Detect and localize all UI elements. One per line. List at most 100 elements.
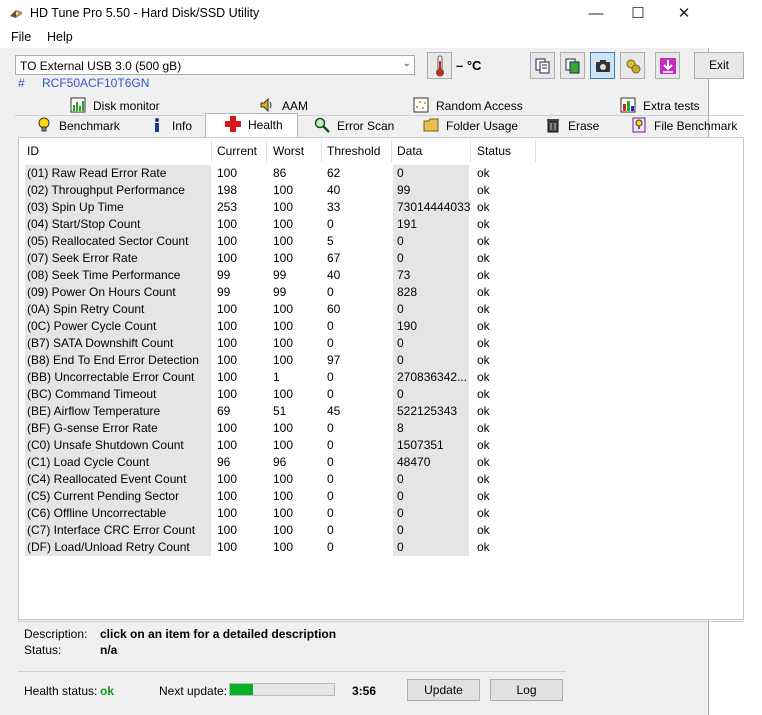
column-header-data[interactable]: Data (397, 144, 422, 161)
column-header-id[interactable]: ID (27, 144, 39, 161)
row-current: 99 (217, 285, 231, 299)
row-worst: 100 (273, 336, 294, 350)
smart-table[interactable]: ID Current Worst Threshold Data Status (… (18, 137, 744, 620)
table-row[interactable]: (BE) Airflow Temperature 69 51 45 522125343 o… (19, 403, 745, 420)
row-status: ok (477, 387, 490, 401)
table-row[interactable]: (C6) Offline Uncorrectable 100 100 0 0 ok (19, 505, 745, 522)
save-button[interactable] (655, 52, 680, 79)
table-row[interactable]: (C0) Unsafe Shutdown Count 100 100 0 1507351… (19, 437, 745, 454)
column-header-current[interactable]: Current (217, 144, 257, 161)
bulb-icon (38, 117, 50, 132)
tab-health[interactable]: Health (205, 113, 298, 137)
row-status: ok (477, 421, 490, 435)
menu-help[interactable]: Help (47, 30, 73, 44)
column-divider (321, 140, 322, 162)
row-threshold: 0 (327, 540, 334, 554)
row-data: 191 (397, 217, 418, 231)
row-data: 73 (397, 268, 411, 282)
row-worst: 100 (273, 319, 294, 333)
table-row[interactable]: (0A) Spin Retry Count 100 100 60 0 ok (19, 301, 745, 318)
tab-file-benchmark[interactable]: File Benchmark (631, 116, 737, 136)
row-data: 0 (397, 251, 404, 265)
table-row[interactable]: (01) Raw Read Error Rate 100 86 62 0 ok (19, 165, 745, 182)
menu-file[interactable]: File (11, 30, 31, 44)
next-update-time: 3:56 (352, 684, 377, 698)
table-row[interactable]: (C5) Current Pending Sector 100 100 0 0 ok (19, 488, 745, 505)
row-status: ok (477, 540, 490, 554)
row-threshold: 0 (327, 319, 334, 333)
row-current: 100 (217, 302, 238, 316)
table-row[interactable]: (04) Start/Stop Count 100 100 0 191 ok (19, 216, 745, 233)
copy-info-button[interactable] (560, 52, 585, 79)
table-row[interactable]: (BB) Uncorrectable Error Count 100 1 0 27083… (19, 369, 745, 386)
row-worst: 100 (273, 251, 294, 265)
screenshot-button[interactable] (590, 52, 615, 79)
column-header-threshold[interactable]: Threshold (327, 144, 380, 161)
table-row[interactable]: (03) Spin Up Time 253 100 33 73014444033 ok (19, 199, 745, 216)
row-threshold: 5 (327, 234, 334, 248)
update-button[interactable]: Update (407, 679, 480, 701)
row-data: 0 (397, 387, 404, 401)
table-row[interactable]: (B8) End To End Error Detection 100 100 97 0… (19, 352, 745, 369)
table-row[interactable]: (0C) Power Cycle Count 100 100 0 190 ok (19, 318, 745, 335)
tab-erase[interactable]: Erase (545, 116, 599, 136)
health-status-value: ok (100, 684, 115, 698)
tab-error-scan[interactable]: Error Scan (314, 116, 394, 136)
maximize-button[interactable]: ☐ (615, 0, 661, 28)
tab-info[interactable]: Info (149, 116, 192, 136)
exit-button[interactable]: Exit (694, 52, 744, 79)
drive-select[interactable]: TO External USB 3.0 (500 gB) ⌄ (15, 55, 415, 75)
tab-label: Health (248, 118, 283, 132)
column-header-status[interactable]: Status (477, 144, 511, 161)
row-id: (0A) Spin Retry Count (27, 302, 145, 316)
table-row[interactable]: (C1) Load Cycle Count 96 96 0 48470 ok (19, 454, 745, 471)
row-threshold: 0 (327, 438, 334, 452)
row-worst: 100 (273, 387, 294, 401)
table-row[interactable]: (05) Reallocated Sector Count 100 100 5 0 ok (19, 233, 745, 250)
status-value: n/a (100, 643, 118, 657)
table-row[interactable]: (C7) Interface CRC Error Count 100 100 0 0 ok (19, 522, 745, 539)
description-value: click on an item for a detailed descript… (100, 627, 337, 641)
serial-number: RCF50ACF10T6GN (42, 76, 150, 90)
table-row[interactable]: (09) Power On Hours Count 99 99 0 828 ok (19, 284, 745, 301)
serial-hash: # (18, 76, 25, 90)
table-row[interactable]: (B7) SATA Downshift Count 100 100 0 0 ok (19, 335, 745, 352)
row-worst: 100 (273, 438, 294, 452)
copy-text-button[interactable] (530, 52, 555, 79)
table-row[interactable]: (08) Seek Time Performance 99 99 40 73 ok (19, 267, 745, 284)
row-status: ok (477, 438, 490, 452)
copy-green-icon (565, 58, 579, 73)
temperature-button[interactable] (427, 52, 452, 79)
chevron-down-icon: ⌄ (402, 58, 411, 69)
row-current: 100 (217, 319, 238, 333)
row-data: 0 (397, 472, 404, 486)
table-row[interactable]: (C4) Reallocated Event Count 100 100 0 0 ok (19, 471, 745, 488)
row-current: 69 (217, 404, 231, 418)
row-id: (BB) Uncorrectable Error Count (27, 370, 195, 384)
table-row[interactable]: (DF) Load/Unload Retry Count 100 100 0 0 ok (19, 539, 745, 556)
tab-random-access[interactable]: Random Access (413, 96, 523, 116)
table-row[interactable]: (07) Seek Error Rate 100 100 67 0 ok (19, 250, 745, 267)
row-data: 0 (397, 523, 404, 537)
row-threshold: 62 (327, 166, 341, 180)
camera-icon (595, 59, 610, 72)
tab-extra-tests[interactable]: Extra tests (620, 96, 700, 116)
row-id: (DF) Load/Unload Retry Count (27, 540, 190, 554)
close-button[interactable]: ✕ (661, 0, 707, 28)
file-benchmark-icon (632, 117, 646, 133)
minimize-button[interactable]: — (573, 0, 619, 28)
tab-benchmark[interactable]: Benchmark (36, 116, 120, 136)
column-header-worst[interactable]: Worst (273, 144, 304, 161)
table-row[interactable]: (02) Throughput Performance 198 100 40 99 ok (19, 182, 745, 199)
options-button[interactable] (620, 52, 645, 79)
options-icon (626, 59, 640, 73)
tab-disk-monitor[interactable]: Disk monitor (70, 96, 160, 116)
row-id: (C5) Current Pending Sector (27, 489, 180, 503)
status-label: Status: (24, 643, 62, 657)
table-row[interactable]: (BF) G-sense Error Rate 100 100 0 8 ok (19, 420, 745, 437)
table-row[interactable]: (BC) Command Timeout 100 100 0 0 ok (19, 386, 745, 403)
tab-folder-usage[interactable]: Folder Usage (423, 116, 518, 136)
log-button[interactable]: Log (490, 679, 563, 701)
row-status: ok (477, 472, 490, 486)
row-status: ok (477, 455, 490, 469)
